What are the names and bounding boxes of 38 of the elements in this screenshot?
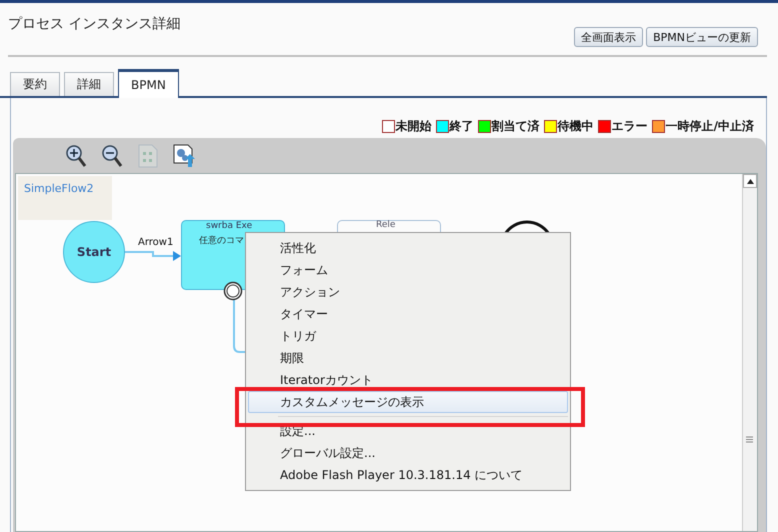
scroll-grip-icon [746, 436, 753, 443]
scroll-up-icon [746, 178, 754, 184]
start-event: Start [63, 221, 125, 283]
menu-item[interactable]: フォーム [248, 259, 568, 281]
legend-label: 未開始 [396, 118, 432, 135]
legend-label: 終了 [450, 118, 474, 135]
menu-item[interactable]: Iteratorカウント [248, 369, 568, 391]
boundary-event-icon [223, 281, 243, 301]
legend-label: 待機中 [558, 118, 594, 135]
menu-item[interactable]: Adobe Flash Player 10.3.181.14 について [248, 464, 568, 486]
task-title: Rele [376, 220, 396, 230]
zoom-out-icon [101, 144, 123, 168]
menu-item[interactable]: グローバル設定... [248, 442, 568, 464]
scrollbar[interactable] [742, 174, 757, 531]
page-title: プロセス インスタンス詳細 [8, 15, 180, 33]
export-icon [173, 144, 195, 168]
menu-item[interactable]: アクション [248, 281, 568, 303]
header-button[interactable]: 全画面表示 [574, 27, 644, 47]
tab[interactable]: 要約 [10, 72, 60, 96]
menu-item[interactable]: 活性化 [248, 237, 568, 259]
document-icon [138, 144, 158, 168]
header-button[interactable]: BPMNビューの更新 [646, 27, 758, 47]
menu-item[interactable]: 期限 [248, 347, 568, 369]
flow-connector [123, 250, 183, 258]
menu-item[interactable]: カスタムメッセージの表示 [248, 391, 568, 413]
zoom-in-icon [65, 144, 87, 168]
legend-label: 割当て済 [492, 118, 540, 135]
process-name: SimpleFlow2 [18, 176, 112, 220]
legend-label: 一時停止/中止済 [666, 118, 754, 135]
task-description: 任意のコマ [199, 234, 244, 247]
arrow-label: Arrow1 [138, 237, 174, 248]
toolbar-button[interactable] [171, 143, 197, 169]
legend-label: エラー [612, 118, 648, 135]
task-title: swrba Exe [206, 221, 252, 231]
tab[interactable]: 詳細 [64, 72, 114, 96]
tab[interactable]: BPMN [118, 69, 179, 98]
menu-item[interactable]: トリガ [248, 325, 568, 347]
menu-item[interactable]: タイマー [248, 303, 568, 325]
